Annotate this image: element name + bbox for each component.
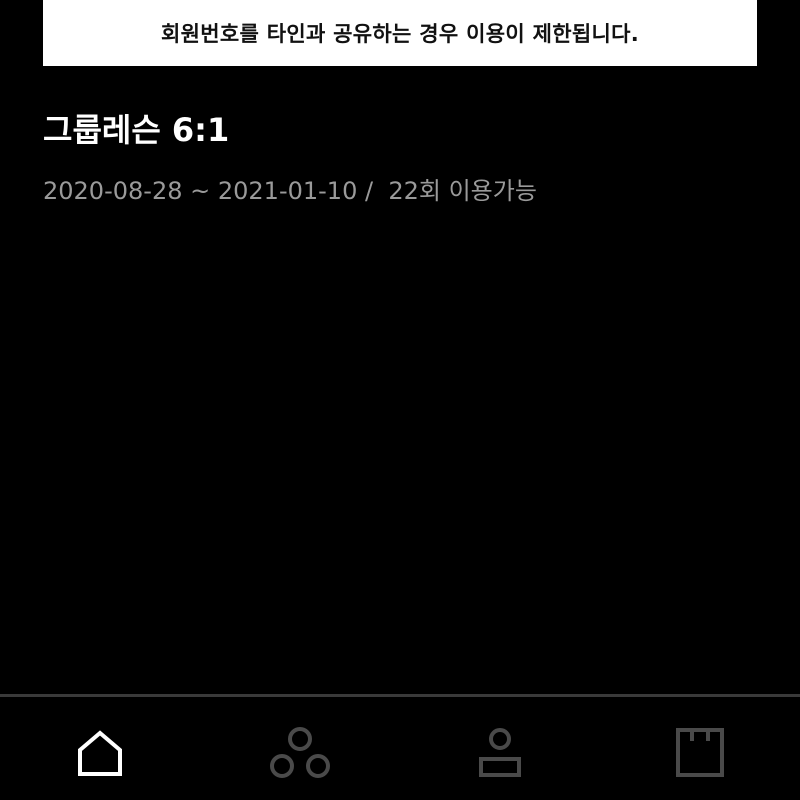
ticket-start-date: 2020-08-28 [43,177,183,205]
notice-text: 회원번호를 타인과 공유하는 경우 이용이 제한됩니다. [161,22,639,46]
ticket-remaining-count: 22회 이용가능 [388,177,537,205]
home-icon [78,729,122,776]
nav-home[interactable] [0,697,200,800]
ticket-slash: / [357,177,389,205]
membership-screen: 회원번호를 타인과 공유하는 경우 이용이 제한됩니다. 그룹레슨 6:1 20… [0,0,800,800]
bottom-navigation [0,694,800,800]
group-icon [270,726,330,778]
nav-profile[interactable] [400,697,600,800]
ticket-title: 그룹레슨 6:1 [43,111,230,149]
store-icon [676,727,724,777]
profile-icon [479,727,521,777]
ticket-end-date: 2021-01-10 [217,177,358,205]
nav-store[interactable] [600,697,800,800]
ticket-card[interactable]: 그룹레슨 6:1 2020-08-28 ~ 2021-01-10 / 22회 이… [43,108,757,208]
ticket-info: 2020-08-28 ~ 2021-01-10 / 22회 이용가능 [43,174,757,208]
notice-banner: 회원번호를 타인과 공유하는 경우 이용이 제한됩니다. [43,0,757,66]
nav-group[interactable] [200,697,400,800]
ticket-date-separator: ~ [182,177,218,205]
